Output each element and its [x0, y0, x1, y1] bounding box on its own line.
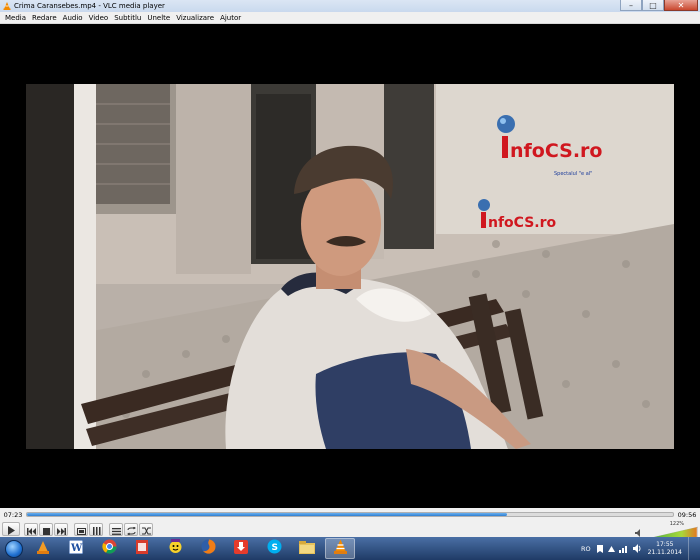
menu-vizualizare[interactable]: Vizualizare: [173, 12, 217, 24]
taskbar-vlc[interactable]: [325, 538, 355, 559]
download-icon: [234, 539, 248, 558]
loop-icon: [126, 520, 136, 539]
seek-progress: [27, 513, 507, 516]
fullscreen-button[interactable]: [74, 520, 88, 539]
watermark-small: nfoCS.ro: [488, 215, 557, 231]
menu-video[interactable]: Video: [86, 12, 112, 24]
taskbar-explorer[interactable]: [292, 538, 322, 559]
shuffle-button[interactable]: [139, 520, 153, 539]
maximize-icon: □: [649, 0, 657, 10]
close-icon: ✕: [677, 0, 685, 10]
video-still: nfoCS.ro Spectalul "e al" nfoCS.ro: [26, 84, 674, 449]
previous-button[interactable]: [24, 520, 38, 539]
yahoo-messenger-icon: [168, 539, 183, 558]
menu-ajutor[interactable]: Ajutor: [217, 12, 244, 24]
speaker-tray-icon[interactable]: [632, 544, 642, 553]
svg-text:W: W: [70, 543, 83, 554]
vlc-window: Crima Caransebes.mp4 - VLC media player …: [0, 0, 700, 560]
language-indicator[interactable]: RO: [581, 545, 591, 553]
start-button[interactable]: [0, 537, 28, 560]
taskbar-word[interactable]: W: [61, 538, 91, 559]
clock[interactable]: 17:55 21.11.2014: [648, 541, 682, 557]
stop-icon: [42, 520, 50, 539]
extended-settings-icon: [92, 520, 101, 539]
taskbar-skype[interactable]: S: [259, 538, 289, 559]
system-tray: RO 17:55 21.11.2014: [581, 537, 700, 560]
taskbar-download[interactable]: [226, 538, 256, 559]
menu-subtitlu[interactable]: Subtitlu: [111, 12, 144, 24]
video-frame: nfoCS.ro Spectalul "e al" nfoCS.ro: [26, 84, 674, 449]
title-bar[interactable]: Crima Caransebes.mp4 - VLC media player …: [0, 0, 700, 12]
control-bar: 122%: [0, 520, 700, 539]
minimize-icon: –: [629, 0, 633, 10]
firefox-icon: [201, 539, 216, 558]
show-desktop-button[interactable]: [688, 537, 694, 560]
clock-date: 21.11.2014: [647, 548, 682, 556]
pdf-icon: [136, 539, 148, 558]
volume-percent: 122%: [669, 521, 684, 527]
seek-slider[interactable]: [26, 512, 674, 517]
taskbar-yahoo-messenger[interactable]: [160, 538, 190, 559]
window-title: Crima Caransebes.mp4 - VLC media player: [14, 2, 165, 10]
play-button[interactable]: [2, 522, 20, 536]
network-icon[interactable]: [618, 544, 629, 553]
menu-media[interactable]: Media: [2, 12, 29, 24]
vlc-cone-icon: [2, 2, 11, 11]
elapsed-time: 07:23: [3, 510, 23, 519]
menu-unelte[interactable]: Unelte: [144, 12, 173, 24]
next-button[interactable]: [54, 520, 68, 539]
loop-button[interactable]: [124, 520, 138, 539]
close-button[interactable]: ✕: [664, 0, 698, 11]
extended-settings-button[interactable]: [89, 520, 103, 539]
vlc-icon: [333, 539, 348, 558]
fullscreen-icon: [76, 520, 86, 539]
taskbar: W S RO 17:55 21.11.2014: [0, 537, 700, 560]
word-icon: W: [68, 539, 84, 558]
stop-button[interactable]: [39, 520, 53, 539]
svg-text:S: S: [271, 543, 277, 553]
action-center-icon[interactable]: [596, 544, 604, 553]
vlc-taskbar-icon: [36, 539, 50, 558]
show-hidden-icons-icon[interactable]: [607, 545, 615, 552]
skype-icon: S: [267, 539, 282, 558]
menu-audio[interactable]: Audio: [60, 12, 86, 24]
watermark-large: nfoCS.ro: [510, 140, 602, 162]
windows-logo-icon: [5, 539, 23, 558]
menu-redare[interactable]: Redare: [29, 12, 60, 24]
total-time[interactable]: 09:56: [674, 511, 700, 519]
taskbar-vlc-wmp[interactable]: [28, 538, 58, 559]
taskbar-firefox[interactable]: [193, 538, 223, 559]
previous-icon: [26, 520, 36, 539]
shuffle-icon: [141, 520, 151, 539]
menu-bar: Media Redare Audio Video Subtitlu Unelte…: [0, 12, 700, 24]
playlist-icon: [111, 520, 121, 539]
playlist-button[interactable]: [109, 520, 123, 539]
seek-row: 07:23 09:56: [0, 508, 700, 521]
next-icon: [56, 520, 66, 539]
clock-time: 17:55: [656, 540, 674, 548]
folder-icon: [299, 539, 315, 558]
watermark-tagline: Spectalul "e al": [554, 171, 592, 177]
minimize-button[interactable]: –: [620, 0, 642, 11]
play-icon: [7, 520, 15, 539]
taskbar-chrome[interactable]: [94, 538, 124, 559]
video-area[interactable]: nfoCS.ro Spectalul "e al" nfoCS.ro: [0, 24, 700, 508]
chrome-icon: [101, 539, 117, 558]
maximize-button[interactable]: □: [642, 0, 664, 11]
taskbar-pdf[interactable]: [127, 538, 157, 559]
